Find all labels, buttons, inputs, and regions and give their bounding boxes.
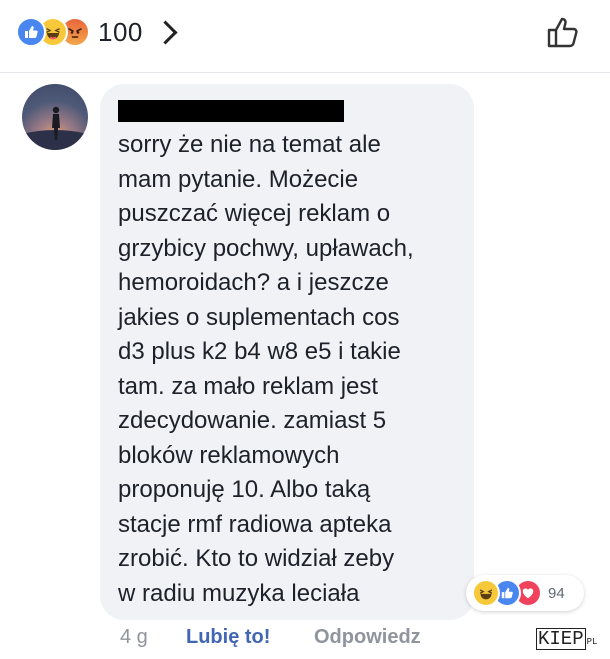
comment-line: bloków reklamowych (118, 441, 340, 469)
comment-line: puszczać więcej reklam o (118, 200, 391, 227)
comment-line: zrobić. Kto to widział zeby (118, 545, 395, 572)
comment-line: mam pytanie. Możecie (118, 165, 359, 193)
comment-line: sorry że nie na temat ale (118, 131, 381, 158)
watermark-suffix: PL (586, 637, 598, 647)
redaction-bar (118, 100, 344, 122)
watermark-logo: KIEP (536, 628, 586, 650)
avatar[interactable] (22, 84, 88, 150)
comment-line: d3 plus k2 b4 w8 e5 i takie (118, 338, 401, 365)
comment-text: sorry że nie na temat ale mam pytanie. M… (118, 128, 468, 611)
comment-timestamp[interactable]: 4 g (120, 626, 148, 649)
reply-button[interactable]: Odpowiedz (314, 626, 421, 649)
comment-line: stacje rmf radiowa apteka (118, 510, 392, 538)
comment-line: jakies o suplementach cos (118, 303, 400, 331)
comment-line: tam. za mało reklam jest (118, 372, 379, 400)
comment-line: grzybicy pochwy, upławach, (118, 234, 414, 262)
watermark: KIEP PL (536, 626, 597, 650)
reactions-summary[interactable]: 100 (16, 15, 178, 49)
comment-line: proponuję 10. Albo taką (118, 476, 371, 503)
thumbs-up-outline-icon[interactable] (546, 14, 582, 55)
like-button[interactable]: Lubię to! (186, 626, 270, 649)
chevron-right-icon[interactable] (153, 19, 178, 45)
comment-line: hemoroidach? a i jeszcze (118, 269, 389, 296)
divider (0, 72, 610, 73)
comment-reaction-count: 94 (548, 584, 565, 602)
haha-icon (472, 579, 500, 607)
comment-reactions[interactable]: 94 (466, 575, 584, 611)
comment-line: zdecydowanie. zamiast 5 (118, 407, 387, 434)
reaction-count: 100 (98, 16, 143, 47)
like-icon (16, 17, 46, 47)
reactions-header: 100 (0, 0, 610, 66)
comment-line: w radiu muzyka leciała (118, 579, 360, 607)
